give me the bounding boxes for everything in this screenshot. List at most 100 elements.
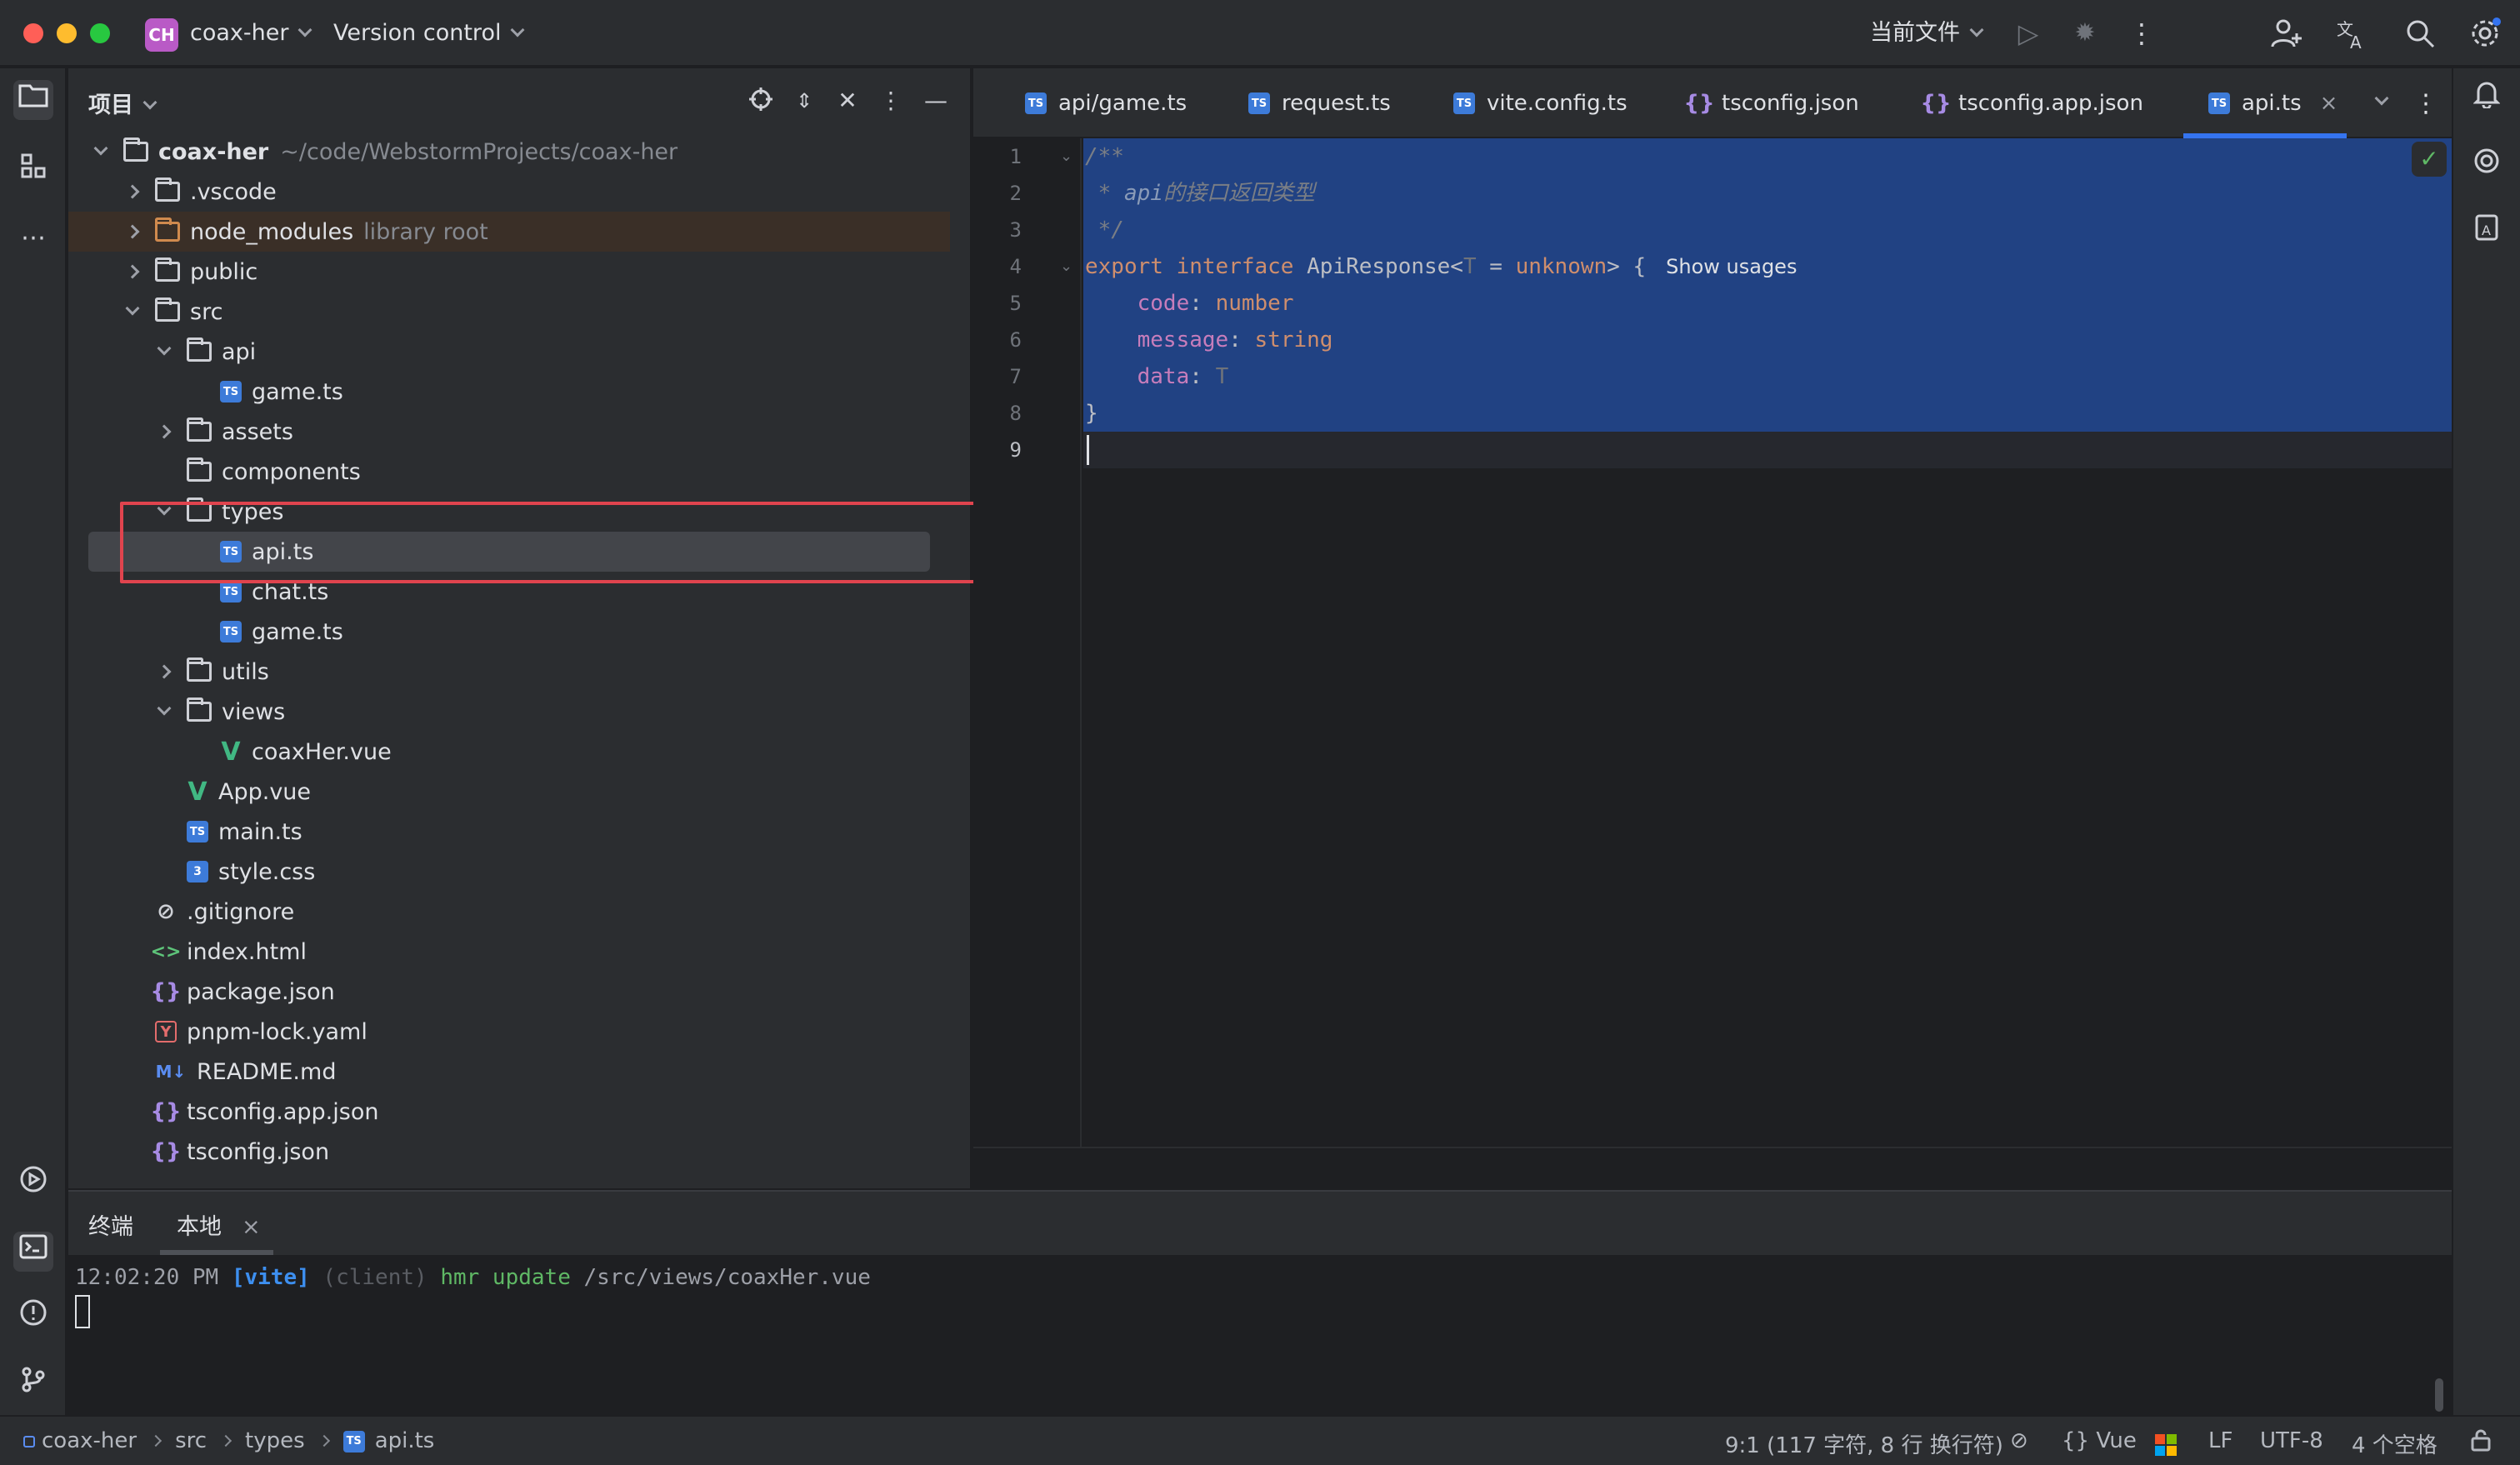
show-usages-inlay[interactable]: Show usages xyxy=(1666,255,1797,278)
tree-label: index.html xyxy=(187,938,307,965)
run-icon[interactable]: ▷ xyxy=(2012,17,2045,50)
tab-list-dropdown[interactable] xyxy=(2365,68,2389,138)
tab-request-ts[interactable]: TS request.ts xyxy=(1248,68,1391,138)
project-badge[interactable]: CH xyxy=(145,18,178,52)
line-ending[interactable]: LF xyxy=(2208,1428,2232,1453)
breadcrumb-item[interactable]: types xyxy=(245,1428,305,1453)
terminal-scrollbar[interactable] xyxy=(2435,1378,2443,1412)
css-file-icon: 3 xyxy=(187,861,208,882)
tree-row-public[interactable]: public xyxy=(68,252,972,292)
problems-icon[interactable] xyxy=(13,1298,53,1338)
typescript-file-icon: TS xyxy=(1453,92,1475,114)
terminal-cursor[interactable] xyxy=(75,1295,90,1328)
add-user-icon[interactable] xyxy=(2270,17,2303,50)
fold-icon[interactable]: ⌄ xyxy=(1060,248,1072,285)
tree-row-node-modules[interactable]: node_modules library root xyxy=(68,212,950,252)
tab-api-ts[interactable]: TS api.ts × xyxy=(2183,68,2347,138)
code-line-2: * api的接口返回类型 xyxy=(1085,181,1315,206)
breadcrumb-item[interactable]: coax-her xyxy=(42,1428,137,1453)
version-control-menu[interactable]: Version control xyxy=(333,18,525,48)
notifications-icon[interactable] xyxy=(2467,80,2507,120)
tree-row-coaxher-vue[interactable]: V coaxHer.vue xyxy=(68,732,972,772)
chevron-right-icon xyxy=(157,664,172,679)
terminal-tool-icon[interactable] xyxy=(13,1232,53,1272)
project-tool-icon[interactable] xyxy=(13,80,53,120)
tree-row-components[interactable]: components xyxy=(68,452,972,492)
structure-tool-icon[interactable] xyxy=(13,152,53,192)
tree-row-api-game-ts[interactable]: TS game.ts xyxy=(68,372,972,412)
breadcrumb-item[interactable]: src xyxy=(175,1428,207,1453)
tree-row-style-css[interactable]: 3 style.css xyxy=(68,852,972,892)
git-icon[interactable] xyxy=(13,1365,53,1405)
zoom-window-button[interactable] xyxy=(90,23,110,43)
close-tab-icon[interactable]: × xyxy=(2320,91,2338,116)
tab-local-terminal[interactable]: 本地 × xyxy=(177,1208,261,1241)
fold-icon[interactable]: ⌄ xyxy=(1060,138,1072,175)
search-icon[interactable] xyxy=(2403,17,2437,50)
translate-icon[interactable]: 文A xyxy=(2335,17,2368,52)
debug-icon[interactable]: ✹ xyxy=(2068,17,2102,50)
left-tool-strip: ⋯ xyxy=(0,68,67,1415)
no-code-vision-icon[interactable]: ⊘ xyxy=(2010,1428,2028,1453)
project-switcher[interactable]: coax-her xyxy=(190,18,312,48)
windows-logo-icon[interactable] xyxy=(2155,1432,2177,1457)
status-bar: coax-her src types TS api.ts 9:1 (117 字符, 8 … xyxy=(0,1415,2520,1465)
code-editor[interactable]: 1 2 3 4 5 6 7 8 9 ⌄ ⌄ /** * api的接口返回类型 *… xyxy=(973,138,2452,1188)
tree-row-tsconfig[interactable]: {} tsconfig.json xyxy=(68,1132,972,1172)
tree-row-tsconfig-app[interactable]: {} tsconfig.app.json xyxy=(68,1092,972,1132)
tree-row-root[interactable]: coax-her ~/code/WebstormProjects/coax-he… xyxy=(68,132,972,172)
locate-file-icon[interactable] xyxy=(747,87,775,115)
inspection-ok-icon[interactable]: ✓ xyxy=(2412,142,2447,177)
ai-assistant-icon[interactable] xyxy=(2467,147,2507,187)
text-caret xyxy=(1087,435,1089,465)
active-tab-indicator xyxy=(160,1250,273,1255)
breadcrumb-item[interactable]: api.ts xyxy=(375,1428,435,1453)
html-file-icon: <> xyxy=(150,941,182,962)
tab-options-icon[interactable]: ⋮ xyxy=(2413,68,2438,138)
tree-row-views[interactable]: views xyxy=(68,692,972,732)
tree-row-readme[interactable]: M↓ README.md xyxy=(68,1052,972,1092)
tree-row-main-ts[interactable]: TS main.ts xyxy=(68,812,972,852)
tree-row-utils[interactable]: utils xyxy=(68,652,972,692)
line-number: 5 xyxy=(1009,292,1022,315)
settings-icon[interactable] xyxy=(2468,17,2502,50)
tab-tsconfig[interactable]: {} tsconfig.json xyxy=(1683,68,1858,138)
hide-panel-icon[interactable]: — xyxy=(922,87,950,115)
tree-row-api[interactable]: api xyxy=(68,332,972,372)
panel-options-icon[interactable]: ⋮ xyxy=(877,87,905,115)
project-panel-header: 项目 ⇕ ✕ ⋮ — xyxy=(68,68,972,133)
indent-setting[interactable]: 4 个空格 xyxy=(2352,1428,2438,1459)
language-indicator[interactable]: {} Vue xyxy=(2062,1428,2137,1453)
tree-row-vscode[interactable]: .vscode xyxy=(68,172,972,212)
cursor-position[interactable]: 9:1 (117 字符, 8 行 换行符) xyxy=(1725,1428,2003,1459)
project-panel: 项目 ⇕ ✕ ⋮ — coax-her ~/code/WebstormProje… xyxy=(68,68,1032,1188)
json-file-icon: {} xyxy=(1920,91,1952,116)
expand-all-icon[interactable]: ⇕ xyxy=(790,87,818,115)
tree-row-assets[interactable]: assets xyxy=(68,412,972,452)
file-encoding[interactable]: UTF-8 xyxy=(2260,1428,2323,1453)
more-tools-icon[interactable]: ⋯ xyxy=(13,218,53,258)
close-tab-icon[interactable]: × xyxy=(242,1214,261,1240)
tree-row-types-game-ts[interactable]: TS game.ts xyxy=(68,612,972,652)
tree-row-src[interactable]: src xyxy=(68,292,972,332)
markdown-file-icon: M↓ xyxy=(155,1062,187,1082)
project-panel-title[interactable]: 项目 xyxy=(88,87,158,119)
tab-tsconfig-app[interactable]: {} tsconfig.app.json xyxy=(1920,68,2142,138)
tree-row-gitignore[interactable]: ⊘ .gitignore xyxy=(68,892,972,932)
collapse-all-icon[interactable]: ✕ xyxy=(833,87,862,115)
tab-vite-config[interactable]: TS vite.config.ts xyxy=(1453,68,1628,138)
services-icon[interactable] xyxy=(13,1165,53,1205)
lock-icon[interactable] xyxy=(2470,1428,2492,1458)
translation-panel-icon[interactable]: A xyxy=(2467,213,2507,253)
tree-label: public xyxy=(190,258,258,285)
tree-row-package-json[interactable]: {} package.json xyxy=(68,972,972,1012)
close-window-button[interactable] xyxy=(23,23,43,43)
tree-row-index-html[interactable]: <> index.html xyxy=(68,932,972,972)
run-config-selector[interactable]: 当前文件 xyxy=(1870,18,1984,48)
tree-row-app-vue[interactable]: V App.vue xyxy=(68,772,972,812)
tree-row-pnpm-lock[interactable]: Y pnpm-lock.yaml xyxy=(68,1012,972,1052)
minimize-window-button[interactable] xyxy=(57,23,77,43)
tab-api-game-ts[interactable]: TS api/game.ts xyxy=(1025,68,1187,138)
terminal-tab-bar: 终端 本地 × xyxy=(68,1192,2452,1255)
more-options-icon[interactable]: ⋮ xyxy=(2125,17,2158,50)
